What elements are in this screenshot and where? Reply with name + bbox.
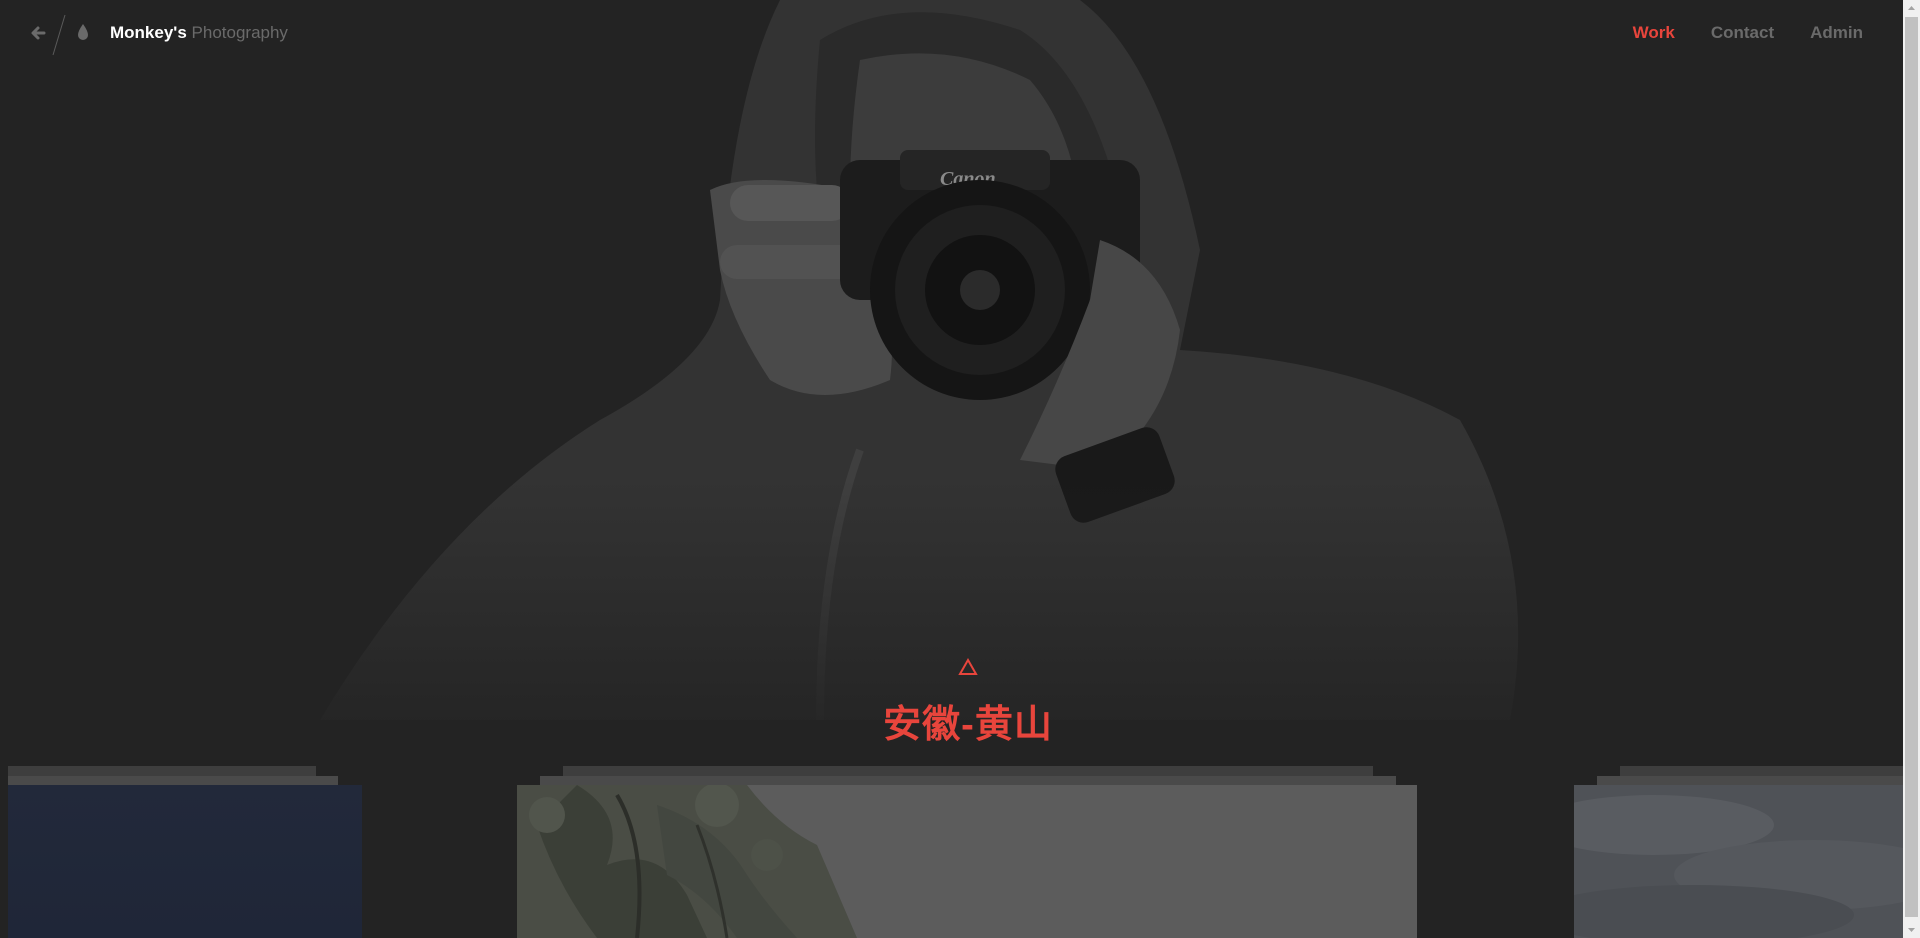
nav-link-work[interactable]: Work: [1633, 23, 1675, 43]
triangle-outline-icon: [958, 658, 978, 675]
hero-photographer-image: Canon: [300, 0, 1600, 760]
card-stack-back: [8, 766, 316, 776]
scroll-up-arrow-icon[interactable]: [1903, 0, 1920, 17]
brand-name: Monkey's: [110, 23, 187, 42]
site-header: Monkey's Photography Work Contact Admin: [0, 0, 1903, 66]
card-stack-back: [1620, 766, 1903, 776]
album-title: 安徽-黄山: [883, 704, 1053, 746]
vertical-scrollbar[interactable]: [1903, 0, 1920, 938]
brand-link[interactable]: Monkey's Photography: [110, 23, 288, 43]
card-stack-middle: [1597, 776, 1903, 785]
page: Canon Monkey's Photography Work Contact …: [0, 0, 1903, 938]
arrow-left-icon[interactable]: [28, 22, 50, 44]
scroll-down-arrow-icon[interactable]: [1903, 921, 1920, 938]
card-stack-middle: [540, 776, 1396, 785]
header-divider: [52, 14, 66, 56]
album-cover-photo[interactable]: [8, 785, 362, 938]
album-cover-photo[interactable]: [1574, 785, 1903, 938]
nav-link-admin[interactable]: Admin: [1810, 23, 1863, 43]
card-stack-middle: [8, 776, 338, 785]
main-nav: Work Contact Admin: [1633, 23, 1863, 43]
brand-subtitle: Photography: [191, 23, 288, 42]
album-cover-photo[interactable]: [517, 785, 1417, 938]
card-stack-back: [563, 766, 1373, 776]
scrollbar-thumb[interactable]: [1905, 17, 1918, 917]
nav-link-contact[interactable]: Contact: [1711, 23, 1774, 43]
water-drop-icon[interactable]: [75, 22, 91, 42]
tree-photo-image: [517, 785, 1417, 938]
sky-photo-image: [1574, 785, 1903, 938]
